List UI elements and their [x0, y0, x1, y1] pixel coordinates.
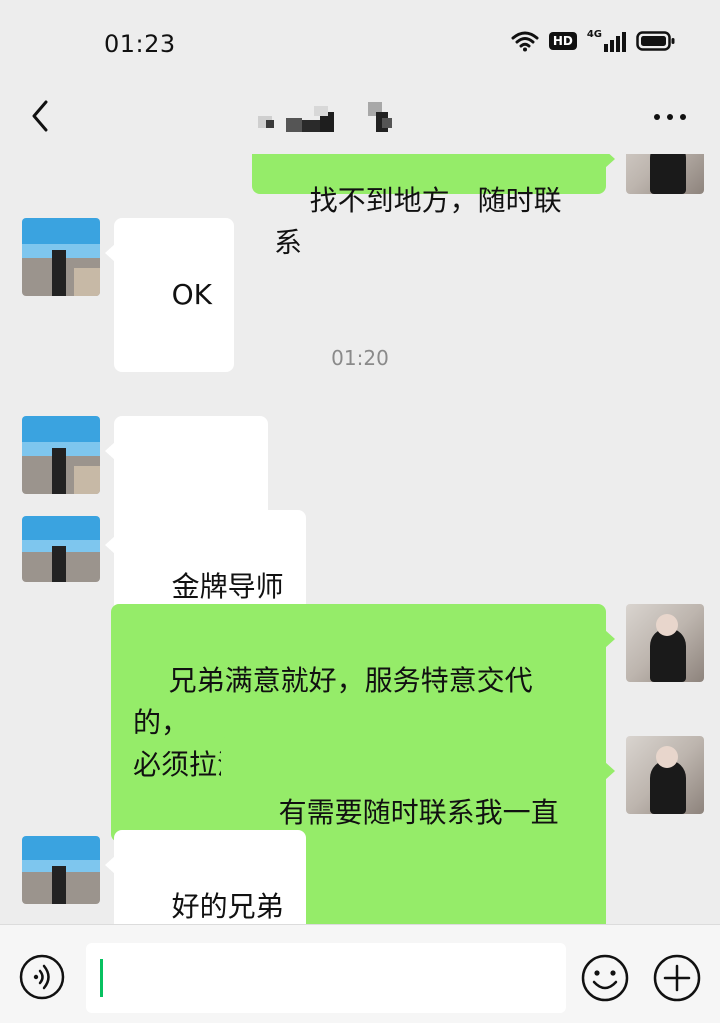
more-dots-icon[interactable]	[652, 102, 688, 132]
avatar-other[interactable]	[22, 516, 100, 582]
battery-icon	[636, 31, 675, 51]
nav-bar	[0, 88, 720, 154]
message-input[interactable]	[86, 943, 566, 1013]
voice-icon[interactable]	[18, 953, 66, 1001]
message-text: 找不到地方，随时联系	[274, 184, 562, 259]
avatar-self[interactable]	[626, 604, 704, 682]
status-icons: HD 4G	[511, 30, 676, 52]
message-bubble-other[interactable]: 好的兄弟	[105, 830, 306, 924]
text-caret	[100, 959, 103, 997]
avatar-other[interactable]	[22, 218, 100, 296]
network-label: 4G	[586, 29, 602, 40]
timestamp: 01:20	[331, 346, 389, 370]
chat-area[interactable]: 找不到地方，随时联系 OK 01:20 金牌导师 兄弟满意就好，服务特意交代的，…	[0, 154, 720, 924]
status-bar: 01:23 HD 4G	[0, 0, 720, 88]
status-time: 01:23	[104, 30, 176, 58]
message-text: 好的兄弟	[171, 890, 284, 923]
avatar-other[interactable]	[22, 836, 100, 904]
back-button[interactable]	[22, 94, 62, 138]
input-bar	[0, 924, 720, 1023]
emoji-icon[interactable]	[580, 953, 630, 1003]
message-bubble-self[interactable]: 找不到地方，随时联系	[252, 154, 615, 259]
avatar-self[interactable]	[626, 154, 704, 194]
message-text: 金牌导师	[171, 570, 284, 603]
signal-4g-icon: 4G	[587, 30, 626, 52]
chat-title-pixelated	[250, 98, 420, 138]
avatar-other[interactable]	[22, 416, 100, 494]
hd-icon: HD	[548, 32, 577, 50]
plus-icon[interactable]	[652, 953, 702, 1003]
wifi-icon	[511, 31, 539, 52]
message-text: OK	[171, 278, 213, 311]
avatar-self[interactable]	[626, 736, 704, 814]
